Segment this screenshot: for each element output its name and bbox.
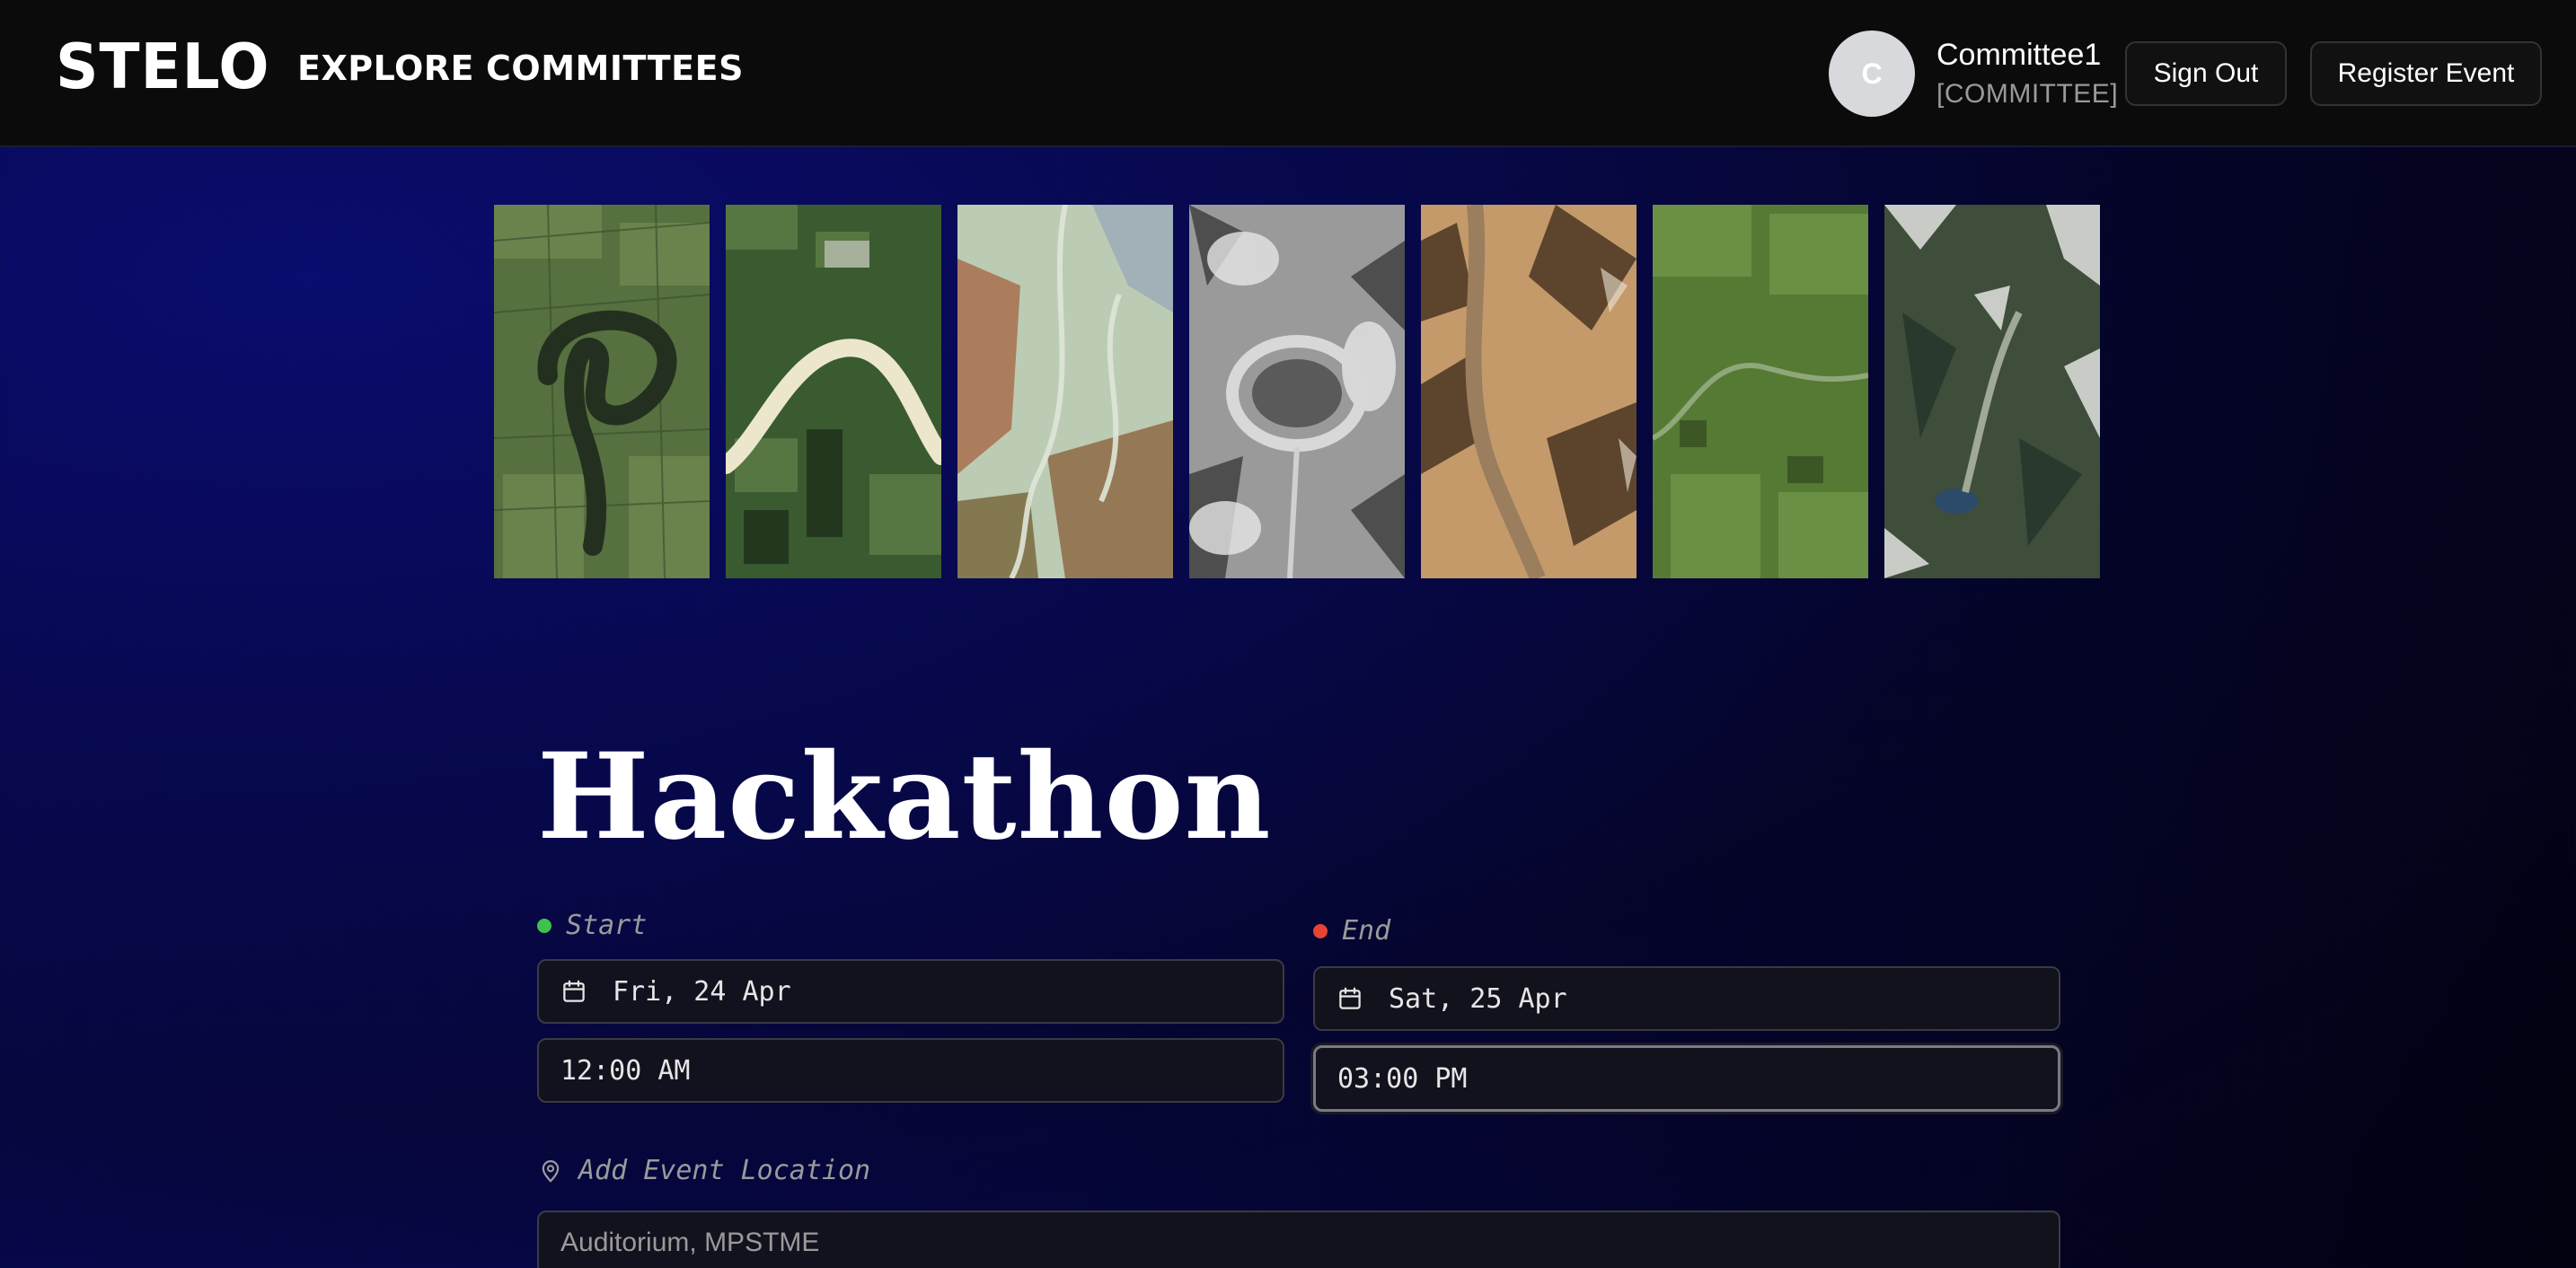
satellite-image-gallery xyxy=(494,205,2100,578)
start-date-field[interactable]: Fri, 24 Apr xyxy=(537,959,1284,1024)
gallery-image-oxbow-lake[interactable] xyxy=(494,205,710,578)
start-label: Start xyxy=(537,910,647,941)
calendar-icon xyxy=(560,978,587,1005)
start-time-value: 12:00 AM xyxy=(560,1054,691,1087)
nav-committees[interactable]: COMMITTEES xyxy=(486,48,744,88)
top-nav-bar: STELO EXPLORE COMMITTEES C Committee1 [C… xyxy=(0,0,2576,147)
end-time-field[interactable]: 03:00 PM xyxy=(1313,1045,2060,1112)
user-role: [COMMITTEE] xyxy=(1936,79,2119,109)
start-time-field[interactable]: 12:00 AM xyxy=(537,1038,1284,1103)
end-date-field[interactable]: Sat, 25 Apr xyxy=(1313,966,2060,1031)
gallery-image-alpine-valley[interactable] xyxy=(1884,205,2100,578)
start-date-value: Fri, 24 Apr xyxy=(613,975,791,1008)
map-pin-icon xyxy=(537,1158,564,1184)
nav-explore[interactable]: EXPLORE xyxy=(297,48,474,88)
calendar-icon xyxy=(1337,985,1363,1012)
stelo-logo[interactable]: STELO xyxy=(56,31,269,103)
location-value: Auditorium, MPSTME xyxy=(560,1228,820,1257)
end-label-text: End xyxy=(1342,915,1391,947)
start-label-text: Start xyxy=(566,910,648,941)
gallery-image-green-plain[interactable] xyxy=(1653,205,1868,578)
end-date-value: Sat, 25 Apr xyxy=(1389,982,1567,1015)
location-label[interactable]: Add Event Location xyxy=(537,1155,870,1186)
avatar[interactable]: C xyxy=(1829,31,1915,117)
register-event-button[interactable]: Register Event xyxy=(2310,41,2542,106)
gallery-image-impact-crater[interactable] xyxy=(1189,205,1405,578)
event-title[interactable]: Hackathon xyxy=(537,727,1272,867)
gallery-image-braided-delta[interactable] xyxy=(957,205,1173,578)
user-name: Committee1 xyxy=(1936,38,2102,72)
end-label: End xyxy=(1313,915,1390,947)
location-label-text: Add Event Location xyxy=(578,1155,871,1186)
location-input[interactable]: Auditorium, MPSTME xyxy=(537,1211,2060,1268)
gallery-image-meandering-river[interactable] xyxy=(726,205,941,578)
end-time-value: 03:00 PM xyxy=(1337,1062,1468,1095)
end-dot-icon xyxy=(1313,923,1328,938)
sign-out-button[interactable]: Sign Out xyxy=(2125,41,2287,106)
gallery-image-desert-valley[interactable] xyxy=(1421,205,1636,578)
start-dot-icon xyxy=(537,918,551,933)
